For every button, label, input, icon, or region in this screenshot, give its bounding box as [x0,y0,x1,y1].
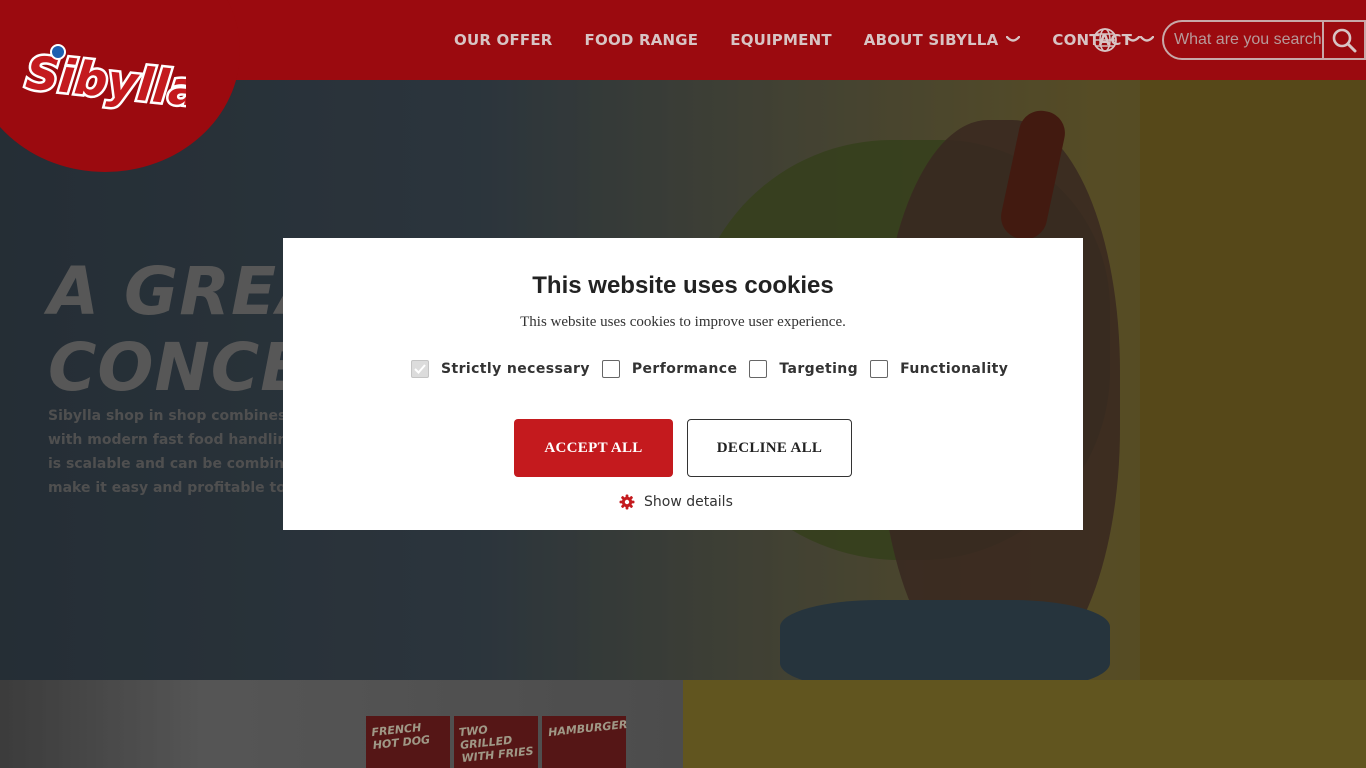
show-details-link[interactable]: Show details [619,494,733,510]
checkbox[interactable] [870,360,889,378]
checkbox[interactable] [749,360,768,378]
cookie-option-targeting[interactable]: Targeting [749,360,858,378]
cookie-dialog-description: This website uses cookies to improve use… [520,314,846,330]
cookie-dialog: This website uses cookies This website u… [283,238,1083,530]
checkmark-icon [414,364,426,374]
cookie-option-performance[interactable]: Performance [601,360,737,378]
cookie-option-strictly-necessary[interactable]: Strictly necessary [411,360,590,378]
decline-all-button[interactable]: DECLINE ALL [687,419,852,477]
gear-icon [619,494,635,510]
cookie-option-functionality[interactable]: Functionality [870,360,1008,378]
cookie-options: Strictly necessary Performance Targeting… [411,359,1020,379]
accept-all-button[interactable]: ACCEPT ALL [514,419,673,477]
cookie-dialog-title: This website uses cookies [532,272,834,299]
checkbox[interactable] [411,360,429,378]
checkbox[interactable] [601,360,620,378]
